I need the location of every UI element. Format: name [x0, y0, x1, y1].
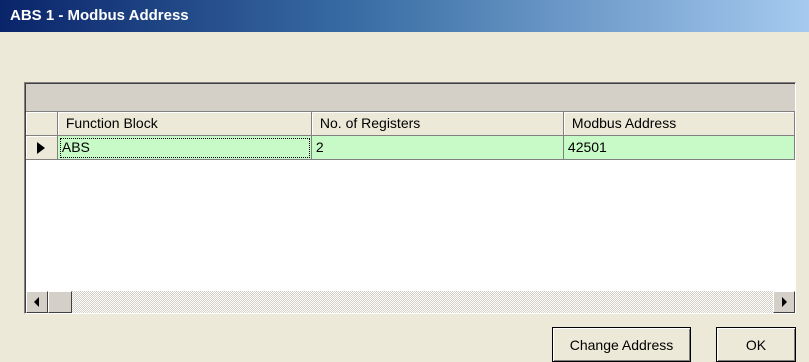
horizontal-scrollbar[interactable]	[26, 291, 795, 313]
scroll-left-button[interactable]	[26, 291, 48, 313]
triangle-right-icon	[782, 297, 787, 307]
cell-modbus-address[interactable]: 42501	[563, 136, 795, 160]
triangle-right-icon	[37, 142, 45, 154]
row-selector[interactable]	[26, 136, 58, 160]
table-row[interactable]: ABS 2 42501	[26, 136, 795, 160]
scroll-thumb[interactable]	[48, 291, 72, 313]
column-header-no-of-registers[interactable]: No. of Registers	[311, 112, 564, 136]
cell-no-of-registers[interactable]: 2	[311, 136, 564, 160]
data-grid[interactable]: Function Block No. of Registers Modbus A…	[24, 82, 796, 314]
scroll-right-button[interactable]	[773, 291, 795, 313]
ok-button[interactable]: OK	[716, 327, 796, 362]
change-address-button[interactable]: Change Address	[552, 327, 691, 362]
triangle-left-icon	[34, 297, 39, 307]
dialog-client-area: Function Block No. of Registers Modbus A…	[0, 32, 809, 362]
row-header-corner	[26, 112, 58, 136]
title-bar[interactable]: ABS 1 - Modbus Address	[0, 0, 809, 32]
grid-header-row: Function Block No. of Registers Modbus A…	[26, 112, 795, 136]
grid-caption-bar	[26, 84, 795, 112]
column-header-modbus-address[interactable]: Modbus Address	[563, 112, 795, 136]
column-header-function-block[interactable]: Function Block	[57, 112, 312, 136]
cell-function-block[interactable]: ABS	[57, 136, 312, 160]
window-title: ABS 1 - Modbus Address	[10, 7, 189, 24]
